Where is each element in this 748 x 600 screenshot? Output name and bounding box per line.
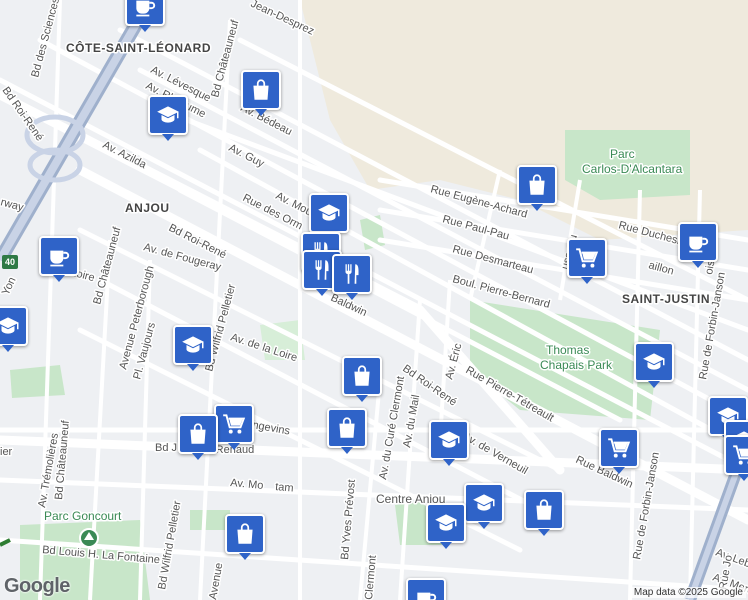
label-saint-justin: SAINT-JUSTIN bbox=[622, 292, 710, 306]
shopping-bag-icon bbox=[349, 363, 375, 389]
poi-marker-cafe[interactable] bbox=[39, 236, 79, 282]
poi-marker-school[interactable] bbox=[429, 420, 469, 466]
coffee-cup-icon bbox=[46, 243, 72, 269]
label-chapais-park: Chapais Park bbox=[540, 358, 613, 372]
shopping-cart-icon bbox=[731, 442, 748, 468]
map-base-layer: CÔTE-SAINT-LÉONARD ANJOU SAINT-JUSTIN Pa… bbox=[0, 0, 748, 600]
shopping-bag-icon bbox=[248, 77, 274, 103]
graduation-cap-icon bbox=[436, 427, 462, 453]
label-parc-goncourt: Parc Goncourt bbox=[44, 509, 122, 523]
poi-marker-shopping[interactable] bbox=[241, 70, 281, 116]
poi-marker-cafe[interactable] bbox=[406, 578, 446, 600]
shopping-bag-icon bbox=[531, 497, 557, 523]
graduation-cap-icon bbox=[0, 313, 21, 339]
poi-marker-cafe[interactable] bbox=[678, 222, 718, 268]
label-anjou: ANJOU bbox=[125, 201, 170, 215]
street-pier: ier bbox=[0, 446, 13, 458]
highway-shield: 40 bbox=[2, 255, 18, 269]
shopping-bag-icon bbox=[524, 172, 550, 198]
label-parc: Parc bbox=[610, 147, 635, 161]
street-bd-j: Bd J bbox=[155, 442, 177, 454]
shopping-bag-icon bbox=[232, 521, 258, 547]
poi-marker-grocery[interactable] bbox=[567, 238, 607, 284]
poi-marker-cafe[interactable] bbox=[125, 0, 165, 32]
coffee-cup-icon bbox=[132, 0, 158, 19]
poi-marker-shopping[interactable] bbox=[342, 356, 382, 402]
poi-marker-school[interactable] bbox=[0, 306, 28, 352]
poi-marker-grocery[interactable] bbox=[214, 404, 254, 450]
graduation-cap-icon bbox=[641, 349, 667, 375]
map-attribution[interactable]: Map data ©2025 Google bbox=[630, 587, 746, 598]
label-carlos-alcantara: Carlos-D'Alcantara bbox=[582, 162, 683, 176]
poi-marker-shopping[interactable] bbox=[178, 414, 218, 460]
fork-knife-icon bbox=[339, 261, 365, 287]
graduation-cap-icon bbox=[471, 490, 497, 516]
poi-marker-shopping[interactable] bbox=[327, 408, 367, 454]
label-thomas: Thomas bbox=[546, 343, 589, 357]
map-canvas[interactable]: CÔTE-SAINT-LÉONARD ANJOU SAINT-JUSTIN Pa… bbox=[0, 0, 748, 600]
poi-marker-school[interactable] bbox=[634, 342, 674, 388]
label-cote-saint-leonard: CÔTE-SAINT-LÉONARD bbox=[66, 40, 211, 55]
poi-marker-grocery[interactable] bbox=[724, 435, 748, 481]
poi-marker-shopping[interactable] bbox=[524, 490, 564, 536]
shopping-cart-icon bbox=[606, 435, 632, 461]
poi-marker-school[interactable] bbox=[173, 325, 213, 371]
shopping-bag-icon bbox=[334, 415, 360, 441]
poi-marker-grocery[interactable] bbox=[599, 428, 639, 474]
graduation-cap-icon bbox=[180, 332, 206, 358]
poi-marker-school[interactable] bbox=[148, 95, 188, 141]
poi-marker-shopping[interactable] bbox=[517, 165, 557, 211]
poi-marker-shopping[interactable] bbox=[225, 514, 265, 560]
google-logo: Google bbox=[4, 575, 70, 597]
shopping-bag-icon bbox=[185, 421, 211, 447]
poi-marker-school[interactable] bbox=[426, 503, 466, 549]
shopping-cart-icon bbox=[221, 411, 247, 437]
street-tam: tam bbox=[275, 481, 294, 495]
poi-marker-school[interactable] bbox=[464, 483, 504, 529]
coffee-cup-icon bbox=[413, 585, 439, 600]
poi-marker-restaurant[interactable] bbox=[332, 254, 372, 300]
poi-marker-school[interactable] bbox=[309, 193, 349, 239]
coffee-cup-icon bbox=[685, 229, 711, 255]
graduation-cap-icon bbox=[433, 510, 459, 536]
shopping-cart-icon bbox=[574, 245, 600, 271]
graduation-cap-icon bbox=[155, 102, 181, 128]
graduation-cap-icon bbox=[316, 200, 342, 226]
